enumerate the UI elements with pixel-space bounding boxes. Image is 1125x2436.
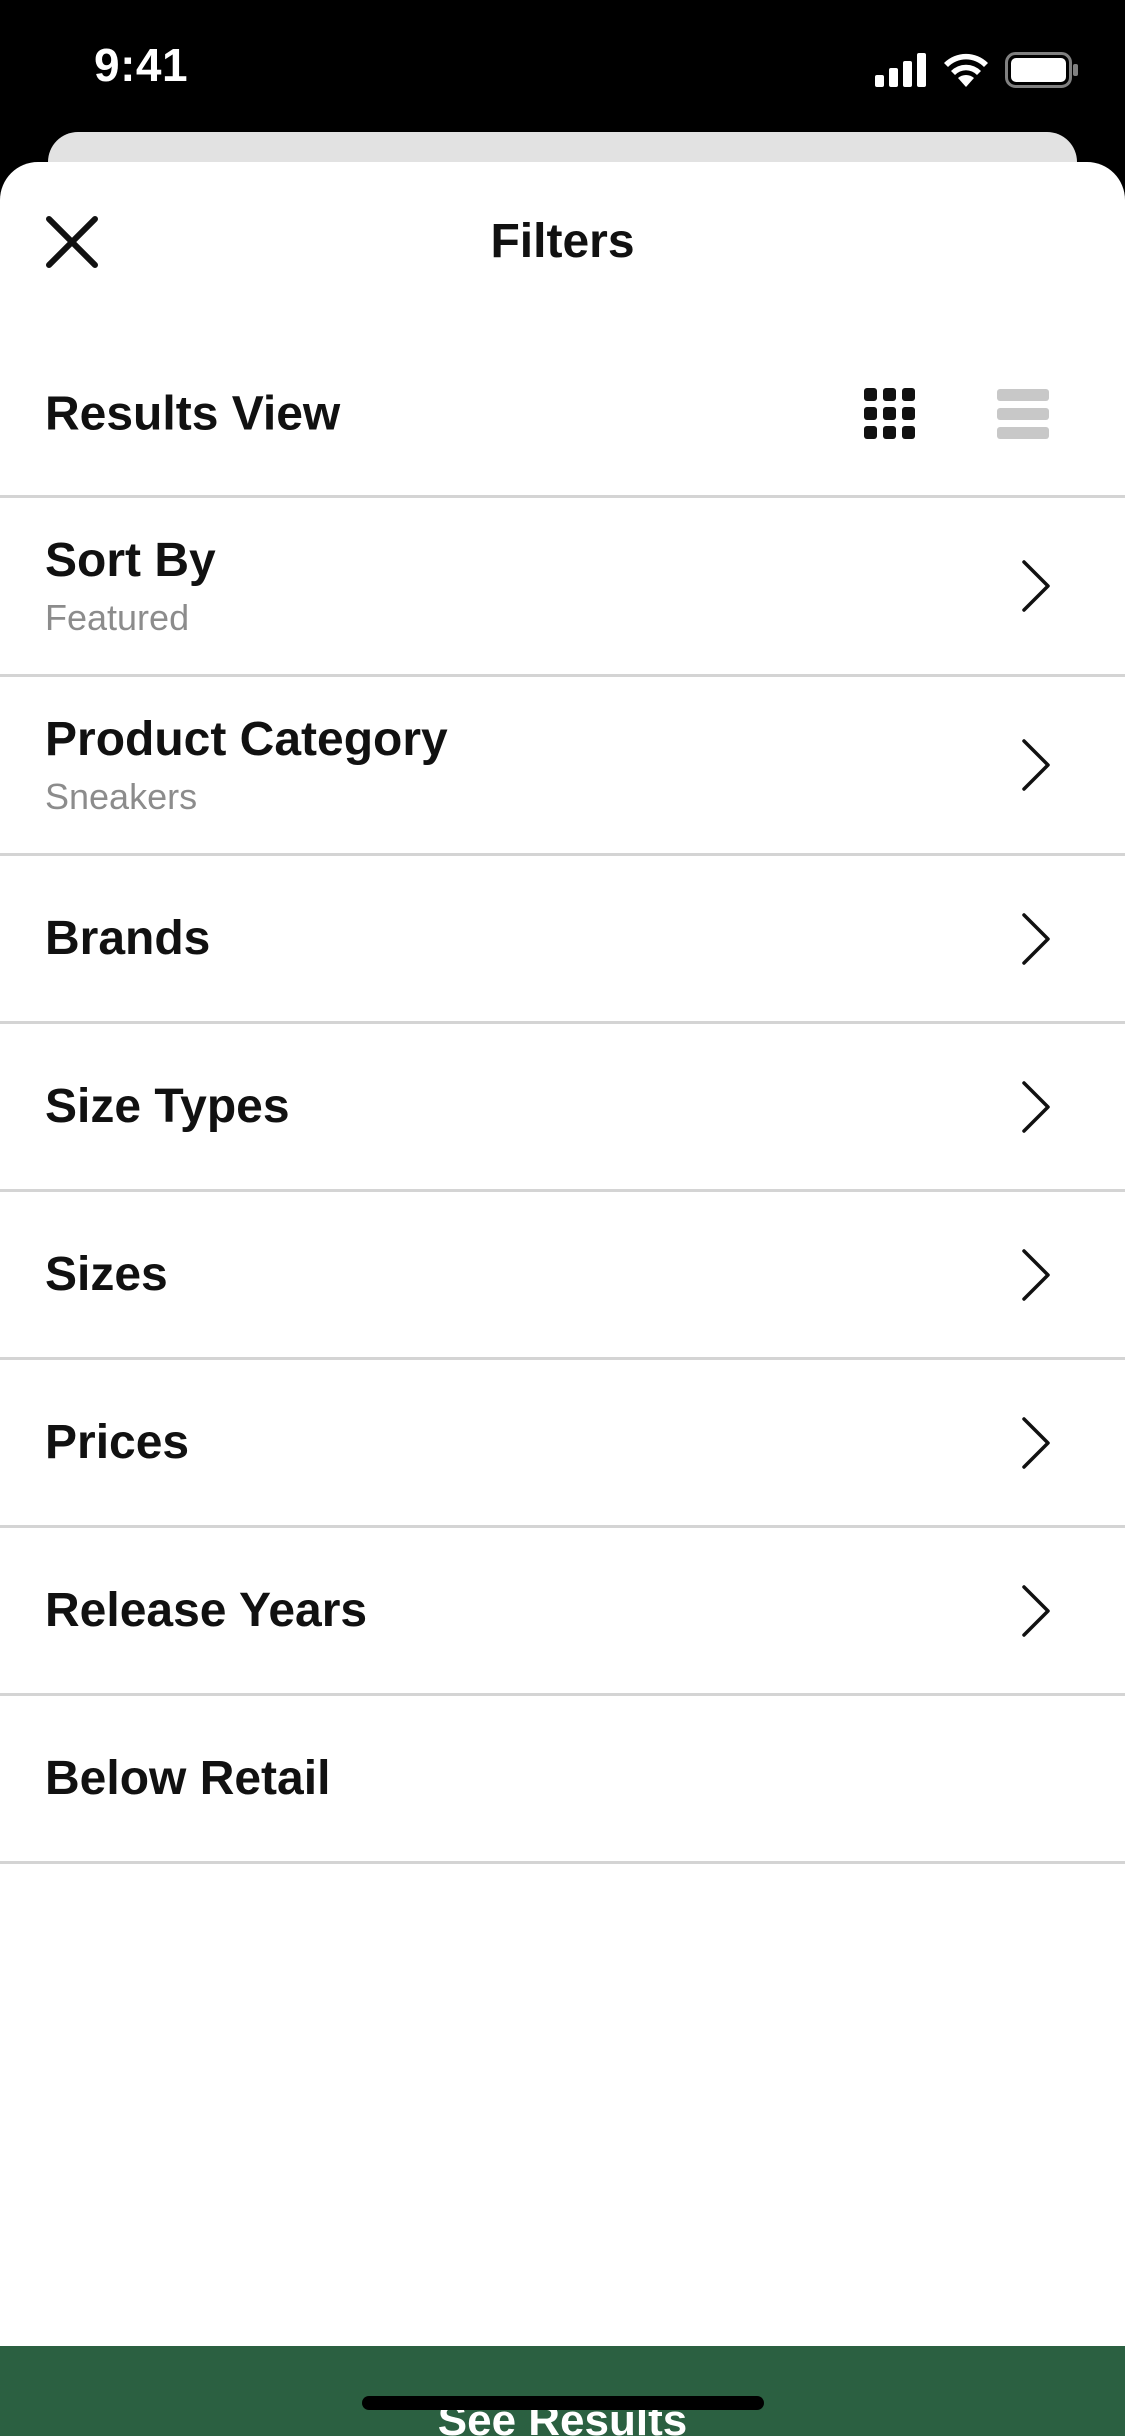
filter-row-brands[interactable]: Brands xyxy=(0,856,1125,1024)
grid-view-button[interactable] xyxy=(852,376,928,452)
cellular-signal-icon xyxy=(875,53,926,87)
see-results-button[interactable]: See Results xyxy=(0,2346,1125,2436)
chevron-right-icon xyxy=(1022,739,1050,791)
results-view-row: Results View xyxy=(0,332,1125,498)
list-view-button[interactable] xyxy=(985,376,1061,452)
status-icons xyxy=(875,50,1079,90)
filter-value: Sneakers xyxy=(45,776,198,817)
filters-sheet: Filters Results View Sort By Featured Pr… xyxy=(0,162,1125,2436)
filter-label: Size Types xyxy=(45,1079,290,1133)
status-time: 9:41 xyxy=(94,39,189,91)
filter-label: Prices xyxy=(45,1415,190,1469)
filter-label: Release Years xyxy=(45,1583,368,1637)
filter-label: Sizes xyxy=(45,1247,168,1301)
chevron-right-icon xyxy=(1022,560,1050,612)
filter-row-product-category[interactable]: Product Category Sneakers xyxy=(0,677,1125,856)
battery-icon xyxy=(1005,52,1078,88)
chevron-right-icon xyxy=(1022,1248,1050,1301)
grid-view-icon xyxy=(864,387,915,439)
filter-row-size-types[interactable]: Size Types xyxy=(0,1024,1125,1192)
status-bar: 9:41 xyxy=(0,0,1125,134)
chevron-right-icon xyxy=(1022,1584,1050,1637)
page-title: Filters xyxy=(490,215,635,268)
filter-row-release-years[interactable]: Release Years xyxy=(0,1528,1125,1696)
results-view-label: Results View xyxy=(45,387,341,440)
filter-label: Below Retail xyxy=(45,1751,331,1805)
chevron-right-icon xyxy=(1022,912,1050,965)
chevron-right-icon xyxy=(1022,1080,1050,1133)
list-view-icon xyxy=(997,388,1049,439)
filter-label: Brands xyxy=(45,911,211,965)
sheet-header: Filters xyxy=(0,162,1125,332)
filter-row-below-retail[interactable]: Below Retail xyxy=(0,1696,1125,1864)
filter-label: Product Category xyxy=(45,713,448,766)
wifi-icon xyxy=(944,53,988,87)
filter-list: Sort By Featured Product Category Sneake… xyxy=(0,498,1125,1864)
filter-value: Featured xyxy=(45,597,190,638)
filter-row-sizes[interactable]: Sizes xyxy=(0,1192,1125,1360)
filter-row-sort-by[interactable]: Sort By Featured xyxy=(0,498,1125,677)
filter-label: Sort By xyxy=(45,534,216,587)
chevron-right-icon xyxy=(1022,1416,1050,1469)
filter-row-prices[interactable]: Prices xyxy=(0,1360,1125,1528)
home-indicator xyxy=(362,2396,764,2410)
